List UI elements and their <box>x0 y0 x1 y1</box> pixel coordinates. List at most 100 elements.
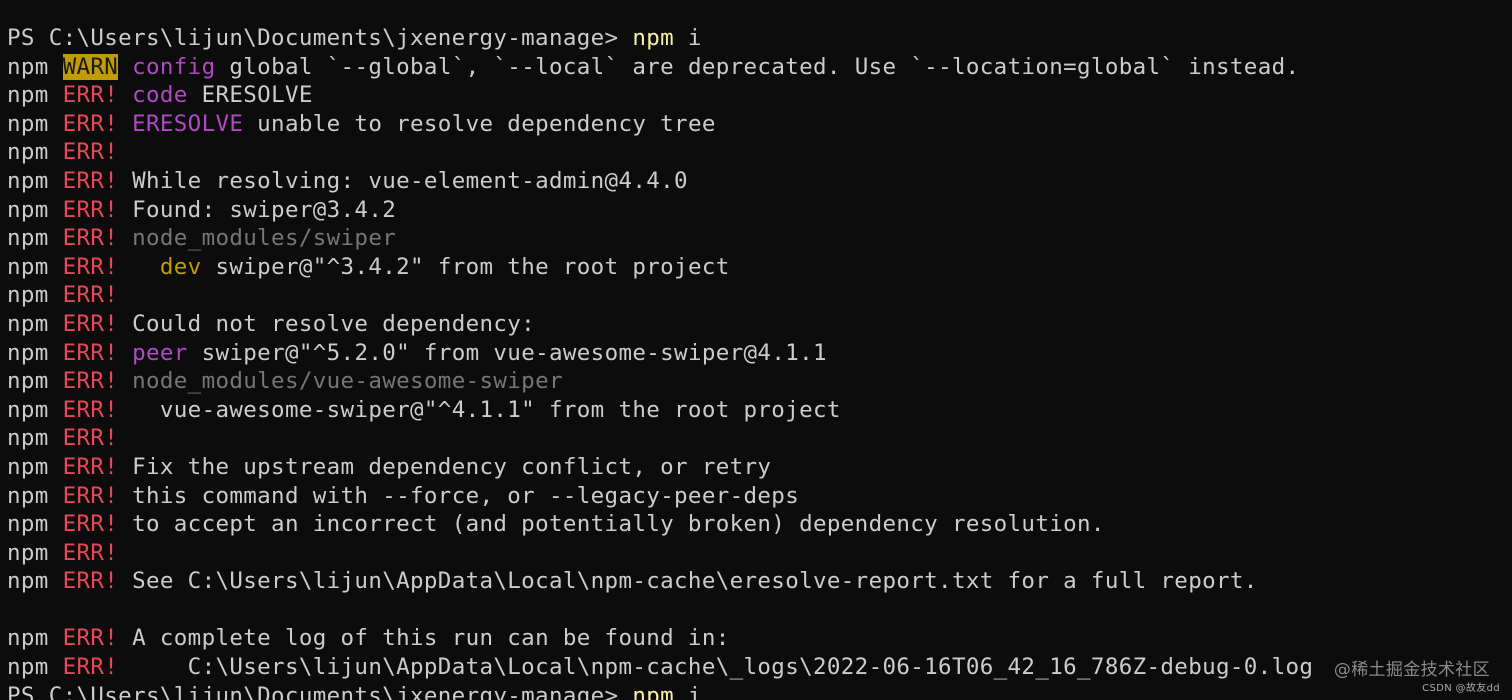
line-text: i <box>674 25 702 51</box>
err-label: ERR! <box>62 539 119 566</box>
err-label: ERR! <box>62 167 119 194</box>
line-text: PS C:\Users\lijun\Documents\jxenergy-man… <box>7 25 633 51</box>
line-text: npm <box>7 282 63 309</box>
terminal-line: npm WARN config global `--global`, `--lo… <box>7 53 1512 82</box>
err-label: ERR! <box>62 625 119 652</box>
err-label: ERR! <box>62 511 119 538</box>
terminal-line: npm ERR! <box>7 281 1512 310</box>
terminal-line: npm ERR! C:\Users\lijun\AppData\Local\np… <box>7 653 1512 682</box>
terminal-line: npm ERR! peer swiper@"^5.2.0" from vue-a… <box>7 339 1512 368</box>
command-text: npm <box>632 682 675 700</box>
line-text <box>118 340 132 366</box>
line-text: npm <box>7 339 63 366</box>
err-label: ERR! <box>62 310 119 337</box>
terminal-output: PS C:\Users\lijun\Documents\jxenergy-man… <box>7 24 1512 700</box>
err-label: ERR! <box>62 568 119 595</box>
terminal-line: PS C:\Users\lijun\Documents\jxenergy-man… <box>7 24 1512 53</box>
dev-keyword-text: dev <box>159 253 202 280</box>
line-text: Fix the upstream dependency conflict, or… <box>118 453 772 480</box>
terminal-line: npm ERR! <box>7 424 1512 453</box>
err-label: ERR! <box>62 139 119 166</box>
line-text: npm <box>7 82 63 109</box>
line-text: C:\Users\lijun\AppData\Local\npm-cache\_… <box>118 654 1314 681</box>
line-text <box>118 225 132 251</box>
line-text: npm <box>7 196 63 223</box>
err-label: ERR! <box>62 82 119 109</box>
keyword-text: config <box>132 53 216 80</box>
line-text <box>118 254 160 280</box>
line-text: npm <box>7 625 63 652</box>
line-text: unable to resolve dependency tree <box>243 110 716 137</box>
err-label: ERR! <box>62 196 119 223</box>
terminal-line: npm ERR! <box>7 539 1512 568</box>
terminal-line: npm ERR! Found: swiper@3.4.2 <box>7 196 1512 225</box>
line-text: i <box>674 682 702 700</box>
terminal-line: npm ERR! ERESOLVE unable to resolve depe… <box>7 110 1512 139</box>
line-text: npm <box>7 53 63 80</box>
line-text: A complete log of this run can be found … <box>118 625 730 652</box>
line-text: npm <box>7 568 63 595</box>
line-text: See C:\Users\lijun\AppData\Local\npm-cac… <box>118 568 1258 595</box>
err-label: ERR! <box>62 110 119 137</box>
line-text: swiper@"^3.4.2" from the root project <box>201 253 730 280</box>
err-label: ERR! <box>62 225 119 252</box>
path-text: node_modules/vue-awesome-swiper <box>132 368 563 395</box>
line-text: npm <box>7 511 63 538</box>
line-text: global `--global`, `--local` are depreca… <box>215 53 1300 80</box>
line-text: npm <box>7 482 63 509</box>
keyword-text: code <box>132 82 188 109</box>
terminal-line: npm ERR! See C:\Users\lijun\AppData\Loca… <box>7 567 1512 596</box>
line-text: npm <box>7 110 63 137</box>
line-text: this command with --force, or --legacy-p… <box>118 482 800 509</box>
line-text <box>118 368 132 394</box>
line-text: npm <box>7 253 63 280</box>
line-text: npm <box>7 539 63 566</box>
line-text: swiper@"^5.2.0" from vue-awesome-swiper@… <box>187 339 827 366</box>
line-text: npm <box>7 368 63 395</box>
terminal-line: npm ERR! <box>7 138 1512 167</box>
err-label: ERR! <box>62 654 119 681</box>
terminal-line: npm ERR! this command with --force, or -… <box>7 482 1512 511</box>
line-text: vue-awesome-swiper@"^4.1.1" from the roo… <box>118 396 841 423</box>
line-text: npm <box>7 453 63 480</box>
terminal-line: npm ERR! While resolving: vue-element-ad… <box>7 167 1512 196</box>
terminal-line: PS C:\Users\lijun\Documents\jxenergy-man… <box>7 682 1512 700</box>
err-label: ERR! <box>62 425 119 452</box>
err-label: ERR! <box>62 482 119 509</box>
line-text: npm <box>7 225 63 252</box>
err-label: ERR! <box>62 253 119 280</box>
terminal-window[interactable]: PS C:\Users\lijun\Documents\jxenergy-man… <box>0 0 1512 700</box>
line-text: Could not resolve dependency: <box>118 310 536 337</box>
keyword-text: peer <box>132 339 188 366</box>
line-text <box>118 54 132 80</box>
err-label: ERR! <box>62 368 119 395</box>
line-text <box>118 111 132 137</box>
line-text: npm <box>7 396 63 423</box>
path-text: node_modules/swiper <box>132 225 397 252</box>
line-text: npm <box>7 310 63 337</box>
line-text: npm <box>7 139 63 166</box>
terminal-line: npm ERR! node_modules/vue-awesome-swiper <box>7 367 1512 396</box>
terminal-line: npm ERR! Fix the upstream dependency con… <box>7 453 1512 482</box>
terminal-line: npm ERR! Could not resolve dependency: <box>7 310 1512 339</box>
terminal-line: npm ERR! node_modules/swiper <box>7 224 1512 253</box>
terminal-line: npm ERR! A complete log of this run can … <box>7 624 1512 653</box>
line-text: to accept an incorrect (and potentially … <box>118 511 1105 538</box>
keyword-text: ERESOLVE <box>132 110 244 137</box>
line-text: While resolving: vue-element-admin@4.4.0 <box>118 167 688 194</box>
warn-label: WARN <box>62 53 119 80</box>
err-label: ERR! <box>62 453 119 480</box>
line-text: PS C:\Users\lijun\Documents\jxenergy-man… <box>7 682 633 700</box>
err-label: ERR! <box>62 339 119 366</box>
terminal-line: npm ERR! dev swiper@"^3.4.2" from the ro… <box>7 253 1512 282</box>
line-text <box>118 82 132 108</box>
csdn-watermark: CSDN @故友dd <box>1422 683 1500 694</box>
line-text: ERESOLVE <box>187 82 313 109</box>
err-label: ERR! <box>62 282 119 309</box>
juejin-watermark: @稀土掘金技术社区 <box>1333 660 1490 680</box>
terminal-line: npm ERR! code ERESOLVE <box>7 81 1512 110</box>
line-text: npm <box>7 425 63 452</box>
terminal-line: npm ERR! to accept an incorrect (and pot… <box>7 510 1512 539</box>
terminal-line: npm ERR! vue-awesome-swiper@"^4.1.1" fro… <box>7 396 1512 425</box>
